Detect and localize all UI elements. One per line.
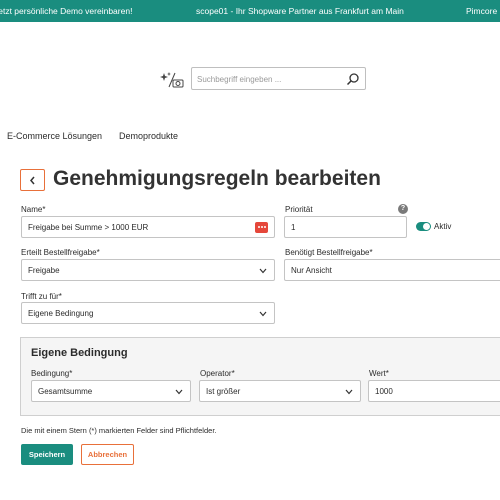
search-input[interactable] [197, 71, 342, 87]
chevron-down-icon [259, 268, 267, 274]
banner-tagline: scope01 - Ihr Shopware Partner aus Frank… [196, 6, 404, 16]
active-toggle[interactable] [416, 222, 431, 231]
operator-value: Ist größer [206, 387, 241, 396]
applies-to-label: Trifft zu für* [21, 292, 62, 301]
value-value: 1000 [375, 387, 393, 396]
required-fields-note: Die mit einem Stern (*) markierten Felde… [21, 426, 217, 435]
search-box [191, 67, 366, 90]
chevron-down-icon [175, 389, 183, 395]
top-banner: Jetzt persönliche Demo vereinbaren! scop… [0, 0, 500, 22]
priority-input[interactable]: 1 [284, 216, 407, 238]
save-button[interactable]: Speichern [21, 444, 73, 465]
visual-search-icon[interactable] [158, 70, 186, 90]
name-input[interactable]: Freigabe bei Summe > 1000 EUR [21, 216, 275, 238]
nav-item-demo-products[interactable]: Demoprodukte [119, 131, 178, 141]
operator-label: Operator* [200, 369, 235, 378]
applies-to-value: Eigene Bedingung [28, 309, 94, 318]
condition-label: Bedingung* [31, 369, 73, 378]
banner-demo-link[interactable]: Jetzt persönliche Demo vereinbaren! [0, 6, 132, 16]
cancel-button[interactable]: Abbrechen [81, 444, 134, 465]
nav-item-ecommerce-solutions[interactable]: E-Commerce Lösungen [7, 131, 102, 141]
priority-value: 1 [291, 223, 296, 232]
chevron-left-icon [30, 176, 35, 185]
chevron-down-icon [345, 389, 353, 395]
name-label: Name* [21, 205, 46, 214]
applies-to-select[interactable]: Eigene Bedingung [21, 302, 275, 324]
operator-select[interactable]: Ist größer [199, 380, 361, 402]
back-button[interactable] [20, 169, 45, 191]
search-icon[interactable] [346, 72, 360, 86]
chevron-down-icon [259, 311, 267, 317]
active-label: Aktiv [434, 222, 452, 231]
value-label: Wert* [369, 369, 389, 378]
issued-approval-label: Erteilt Bestellfreigabe* [21, 248, 100, 257]
password-manager-icon[interactable] [255, 222, 268, 233]
value-input[interactable]: 1000 [368, 380, 500, 402]
custom-condition-title: Eigene Bedingung [31, 347, 128, 359]
issued-approval-value: Freigabe [28, 266, 60, 275]
banner-partner-link[interactable]: Pimcore P [466, 6, 500, 16]
requires-approval-select[interactable]: Nur Ansicht [284, 259, 500, 281]
requires-approval-label: Benötigt Bestellfreigabe* [285, 248, 373, 257]
page-title: Genehmigungsregeln bearbeiten [53, 167, 381, 190]
condition-select[interactable]: Gesamtsumme [31, 380, 191, 402]
name-value: Freigabe bei Summe > 1000 EUR [28, 223, 149, 232]
requires-approval-value: Nur Ansicht [291, 266, 332, 275]
issued-approval-select[interactable]: Freigabe [21, 259, 275, 281]
help-icon[interactable]: ? [398, 204, 408, 214]
priority-label: Priorität [285, 205, 313, 214]
condition-value: Gesamtsumme [38, 387, 93, 396]
